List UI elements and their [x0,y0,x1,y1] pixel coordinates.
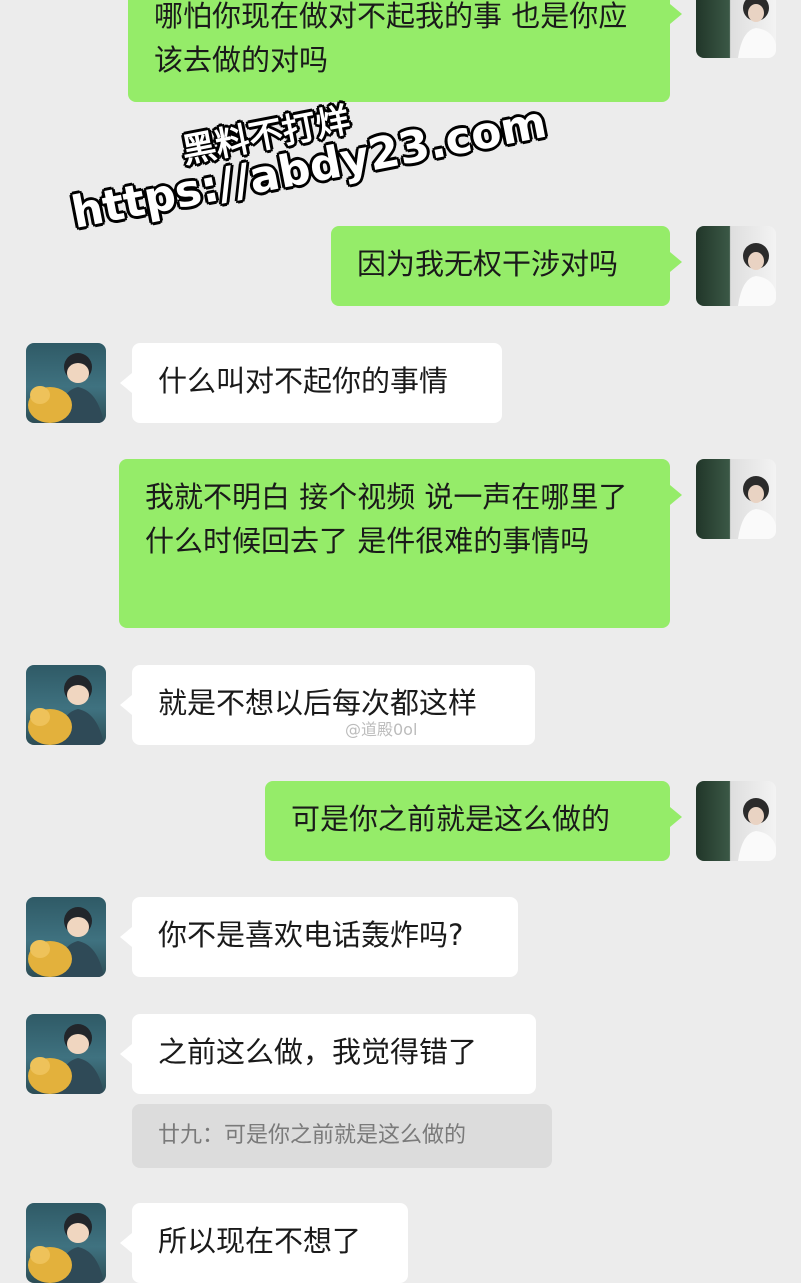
avatar[interactable] [696,226,776,306]
avatar[interactable] [26,665,106,745]
message-bubble-incoming[interactable]: 什么叫对不起你的事情 [120,343,502,423]
quoted-message-text: 廿九：可是你之前就是这么做的 [158,1123,467,1148]
faint-watermark-text: @道殿0ol [345,720,418,739]
message-bubble-incoming[interactable]: 所以现在不想了 [120,1203,408,1283]
message-bubble-incoming[interactable]: 就是不想以后每次都这样 [120,665,535,745]
message-bubble-outgoing[interactable]: 我就不明白 接个视频 说一声在哪里了 什么时候回去了 是件很难的事情吗 [119,459,682,628]
avatar[interactable] [26,897,106,977]
message-bubble-outgoing[interactable]: 因为我无权干涉对吗 [331,226,682,306]
message-bubble-incoming[interactable]: 之前这么做，我觉得错了 [120,1014,536,1094]
boy-with-dog-avatar-icon [28,1213,104,1283]
message-text: 我就不明白 接个视频 说一声在哪里了 什么时候回去了 是件很难的事情吗 [145,480,628,558]
girl-avatar-icon [738,0,776,58]
avatar[interactable] [696,459,776,539]
message-bubble-incoming[interactable]: 你不是喜欢电话轰炸吗? [120,897,518,977]
avatar[interactable] [26,1203,106,1283]
boy-with-dog-avatar-icon [28,1024,104,1094]
avatar[interactable] [696,781,776,861]
message-text: 之前这么做，我觉得错了 [158,1035,478,1069]
avatar[interactable] [26,343,106,423]
message-text: 可是你之前就是这么做的 [291,802,611,836]
boy-with-dog-avatar-icon [28,675,104,745]
message-text: 你不是喜欢电话轰炸吗? [158,918,464,952]
girl-avatar-icon [738,243,776,306]
message-bubble-outgoing[interactable]: 可是你之前就是这么做的 [265,781,682,861]
avatar[interactable] [696,0,776,58]
message-text: 什么叫对不起你的事情 [158,364,449,398]
message-text: 所以现在不想了 [158,1224,362,1258]
boy-with-dog-avatar-icon [28,907,104,977]
avatar[interactable] [26,1014,106,1094]
message-text: 就是不想以后每次都这样 [158,686,478,720]
message-text: 因为我无权干涉对吗 [357,247,619,281]
quoted-message[interactable]: 廿九：可是你之前就是这么做的 [132,1104,552,1168]
girl-avatar-icon [738,798,776,861]
girl-avatar-icon [738,476,776,539]
boy-with-dog-avatar-icon [28,353,104,423]
